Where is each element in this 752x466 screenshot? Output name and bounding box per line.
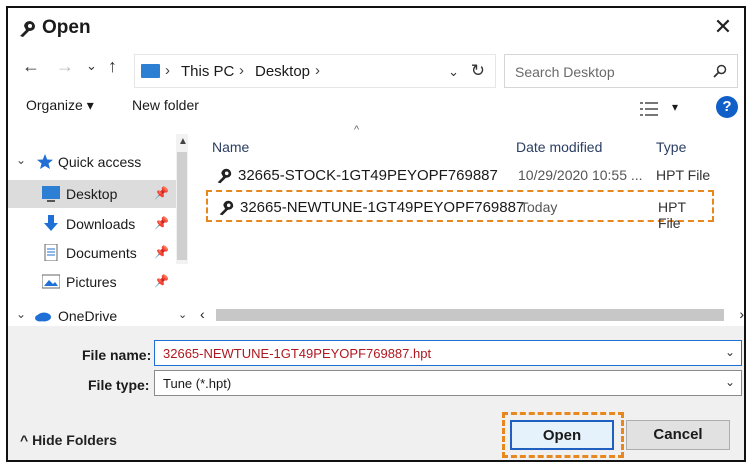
file-type-select[interactable]: Tune (*.hpt) ⌄: [154, 370, 742, 396]
desktop-icon: [42, 186, 60, 202]
address-bar[interactable]: › This PC › Desktop › ⌄ ↻: [134, 54, 496, 88]
pin-icon: 📌: [154, 216, 169, 230]
crumb-separator[interactable]: ›: [165, 62, 170, 79]
nav-item-label: Downloads: [66, 216, 136, 232]
tune-app-icon: [20, 21, 35, 37]
this-pc-icon: [141, 64, 160, 78]
search-input[interactable]: Search Desktop: [515, 64, 615, 80]
navigation-pane: ⌄ Quick access Desktop 📌 Downloads 📌 Doc…: [8, 134, 188, 302]
nav-pane-scroll-thumb[interactable]: [177, 152, 187, 260]
dialog-title: Open: [42, 17, 91, 38]
help-icon[interactable]: ?: [716, 96, 738, 118]
file-list-horizontal-scrollbar[interactable]: ‹ ›: [200, 306, 744, 324]
column-header-type[interactable]: Type: [656, 139, 686, 155]
dialog-footer: File name: 32665-NEWTUNE-1GT49PEYOPF7698…: [8, 326, 744, 460]
open-dialog: Open ✕ ← → ⌄ ↑ › This PC › Desktop › ⌄ ↻…: [6, 6, 746, 462]
title-bar: Open ✕: [8, 8, 744, 50]
hpt-file-icon: [217, 168, 232, 184]
crumb-separator[interactable]: ›: [315, 62, 320, 79]
organize-button[interactable]: Organize ▾: [26, 97, 94, 114]
file-type: HPT File: [656, 167, 711, 183]
nav-item-quick-access[interactable]: ⌄ Quick access: [8, 148, 176, 176]
nav-item-label: Pictures: [66, 274, 117, 290]
chevron-down-icon[interactable]: ⌄: [725, 375, 735, 389]
refresh-button[interactable]: ↻: [471, 61, 485, 81]
nav-item-label: Quick access: [58, 154, 142, 170]
nav-item-desktop[interactable]: Desktop 📌: [8, 180, 176, 208]
close-button[interactable]: ✕: [708, 12, 738, 42]
scroll-right-icon[interactable]: ›: [739, 306, 744, 322]
cloud-icon: [35, 312, 51, 322]
address-dropdown-button[interactable]: ⌄: [448, 64, 459, 80]
nav-item-pictures[interactable]: Pictures 📌: [8, 268, 176, 296]
view-options-dropdown[interactable]: ▾: [672, 100, 678, 114]
scroll-up-icon[interactable]: ▲: [178, 136, 188, 147]
search-box[interactable]: Search Desktop: [504, 54, 738, 88]
column-header-name[interactable]: Name: [212, 139, 249, 155]
chevron-down-icon[interactable]: ⌄: [725, 345, 735, 359]
file-date: 10/29/2020 10:55 ...: [518, 167, 643, 183]
crumb-desktop[interactable]: Desktop: [255, 63, 310, 80]
file-type: HPT File: [658, 199, 686, 231]
pin-icon: 📌: [154, 186, 169, 200]
document-icon: [44, 244, 58, 261]
forward-button[interactable]: →: [56, 56, 74, 77]
crumb-this-pc[interactable]: This PC: [181, 63, 234, 80]
crumb-separator[interactable]: ›: [239, 62, 244, 79]
file-name-field[interactable]: 32665-NEWTUNE-1GT49PEYOPF769887.hpt ⌄: [154, 340, 742, 366]
nav-item-label: Desktop: [66, 186, 118, 202]
open-button[interactable]: Open: [510, 420, 614, 450]
column-header-date-modified[interactable]: Date modified: [516, 139, 602, 155]
file-type-label: File type:: [88, 377, 150, 393]
recent-locations-button[interactable]: ⌄: [86, 58, 97, 74]
search-icon[interactable]: [713, 64, 727, 78]
pin-icon: 📌: [154, 274, 169, 288]
new-folder-button[interactable]: New folder: [132, 97, 199, 113]
sort-indicator-icon: ^: [354, 124, 360, 136]
pictures-icon: [42, 274, 60, 289]
back-button[interactable]: ←: [22, 56, 40, 77]
file-date: Today: [520, 199, 558, 215]
hpt-file-icon: [219, 200, 234, 216]
nav-item-documents[interactable]: Documents 📌: [8, 239, 176, 267]
file-name: 32665-NEWTUNE-1GT49PEYOPF769887: [240, 199, 525, 216]
file-name: 32665-STOCK-1GT49PEYOPF769887: [238, 167, 498, 184]
nav-item-label: Documents: [66, 245, 137, 261]
download-arrow-icon: [44, 215, 58, 231]
pin-icon: 📌: [154, 245, 169, 259]
chevron-down-icon[interactable]: ⌄: [16, 153, 26, 167]
nav-item-downloads[interactable]: Downloads 📌: [8, 210, 176, 238]
file-type-value: Tune (*.hpt): [163, 376, 232, 391]
file-name-label: File name:: [82, 347, 152, 363]
file-row-selected[interactable]: 32665-NEWTUNE-1GT49PEYOPF769887 Today HP…: [206, 190, 714, 231]
nav-item-label: OneDrive: [58, 308, 118, 324]
scroll-left-icon[interactable]: ‹: [200, 306, 205, 322]
hide-folders-button[interactable]: ^ Hide Folders: [20, 432, 117, 448]
star-icon: [37, 154, 53, 169]
chevron-down-icon[interactable]: ⌄: [16, 307, 26, 321]
horizontal-scroll-thumb[interactable]: [216, 309, 724, 321]
cancel-button[interactable]: Cancel: [626, 420, 730, 450]
file-name-input[interactable]: 32665-NEWTUNE-1GT49PEYOPF769887.hpt: [163, 346, 431, 361]
chevron-down-icon[interactable]: ⌄: [178, 308, 187, 321]
up-button[interactable]: ↑: [108, 56, 117, 77]
file-row[interactable]: 32665-STOCK-1GT49PEYOPF769887 10/29/2020…: [206, 160, 714, 192]
view-details-icon[interactable]: [640, 102, 658, 116]
